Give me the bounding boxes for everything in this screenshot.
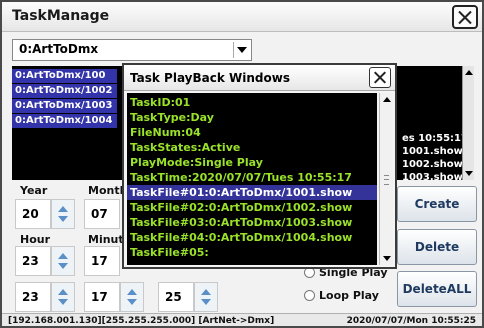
list-item[interactable]: TaskFile#01:0:ArtToDmx/1001.show bbox=[127, 185, 377, 200]
minute-input[interactable]: 17 bbox=[84, 246, 120, 276]
taskmanage-window: TaskManage 0:ArtToDmx 0:ArtToDmx/100 0:A… bbox=[0, 0, 484, 328]
datetime-status: 2020/07/07/Mon 10:55:25 bbox=[346, 316, 476, 326]
list-item[interactable]: TaskFile#05: bbox=[127, 245, 377, 260]
second-value-stepper[interactable] bbox=[194, 282, 218, 312]
list-detail-line: 1003.show bbox=[402, 172, 463, 180]
dialog-title: Task PlayBack Windows bbox=[130, 71, 290, 85]
list-item[interactable]: TaskFile#02:0:ArtToDmx/1002.show bbox=[127, 200, 377, 215]
playback-info-list[interactable]: TaskID:01 TaskType:Day FileNum:04 TaskSt… bbox=[127, 93, 377, 265]
close-icon[interactable] bbox=[452, 5, 478, 29]
hour-value-stepper[interactable] bbox=[51, 282, 75, 312]
delete-button[interactable]: Delete bbox=[397, 229, 477, 265]
list-item[interactable]: 0:ArtToDmx/1002 bbox=[12, 84, 117, 98]
list-item: TaskStates:Active bbox=[130, 141, 241, 154]
scroll-down-icon[interactable] bbox=[383, 256, 391, 261]
radio-icon[interactable] bbox=[304, 290, 315, 301]
window-title: TaskManage bbox=[12, 8, 110, 24]
delete-all-button[interactable]: DeleteALL bbox=[397, 271, 477, 307]
year-stepper[interactable] bbox=[51, 199, 75, 229]
year-label: Year bbox=[20, 184, 48, 197]
list-item: TaskTime:2020/07/07/Tues 10:55:17 bbox=[130, 171, 352, 184]
hour-stepper[interactable] bbox=[51, 246, 75, 276]
list-item[interactable]: 0:ArtToDmx/100 bbox=[12, 69, 117, 83]
list-item[interactable]: TaskFile#03:0:ArtToDmx/1003.show bbox=[127, 215, 377, 230]
scroll-up-icon[interactable] bbox=[383, 97, 391, 102]
task-playback-dialog: Task PlayBack Windows TaskID:01 TaskType… bbox=[122, 63, 397, 269]
network-status: [192.168.001.130][255.255.255.000] [ArtN… bbox=[8, 316, 275, 326]
hour-label: Hour bbox=[20, 233, 51, 246]
dialog-title-bar: Task PlayBack Windows bbox=[124, 65, 395, 91]
month-input[interactable]: 07 bbox=[84, 199, 120, 229]
status-bar: [192.168.001.130][255.255.255.000] [ArtN… bbox=[2, 313, 482, 326]
hour-value-input[interactable]: 23 bbox=[15, 282, 51, 312]
close-icon[interactable] bbox=[369, 67, 391, 88]
list-detail-line: 1002.show bbox=[402, 159, 463, 170]
minute-value-stepper[interactable] bbox=[120, 282, 144, 312]
list-item: TaskType:Day bbox=[130, 111, 214, 124]
list-item: FileNum:04 bbox=[130, 126, 201, 139]
list-item[interactable]: 0:ArtToDmx/1003 bbox=[12, 99, 117, 113]
list-item: PlayMode:Single Play bbox=[130, 156, 263, 169]
scroll-down-icon[interactable] bbox=[465, 171, 473, 176]
list-detail-line: es 10:55:17 bbox=[402, 133, 468, 144]
task-select[interactable]: 0:ArtToDmx bbox=[12, 39, 252, 61]
create-button[interactable]: Create bbox=[397, 186, 477, 222]
loop-play-label: Loop Play bbox=[319, 289, 379, 302]
scroll-up-icon[interactable] bbox=[465, 70, 473, 75]
task-select-value: 0:ArtToDmx bbox=[19, 42, 99, 56]
year-input[interactable]: 20 bbox=[15, 199, 51, 229]
chevron-down-icon[interactable] bbox=[233, 42, 249, 58]
list-item[interactable]: TaskFile#04:0:ArtToDmx/1004.show bbox=[127, 230, 377, 245]
minute-value-input[interactable]: 17 bbox=[84, 282, 120, 312]
loop-play-radio[interactable]: Loop Play bbox=[304, 289, 379, 302]
list-item: TaskID:01 bbox=[130, 96, 191, 109]
list-item[interactable]: 0:ArtToDmx/1004 bbox=[12, 114, 117, 128]
task-list-scrollbar[interactable] bbox=[462, 66, 474, 180]
minute-label: Minut bbox=[88, 233, 124, 246]
list-detail-line: 1001.show bbox=[402, 146, 463, 157]
second-value-input[interactable]: 25 bbox=[158, 282, 194, 312]
hour-input[interactable]: 23 bbox=[15, 246, 51, 276]
scroll-thumb[interactable] bbox=[384, 175, 389, 185]
dialog-scrollbar[interactable] bbox=[379, 93, 393, 265]
title-bar: TaskManage bbox=[2, 2, 482, 32]
